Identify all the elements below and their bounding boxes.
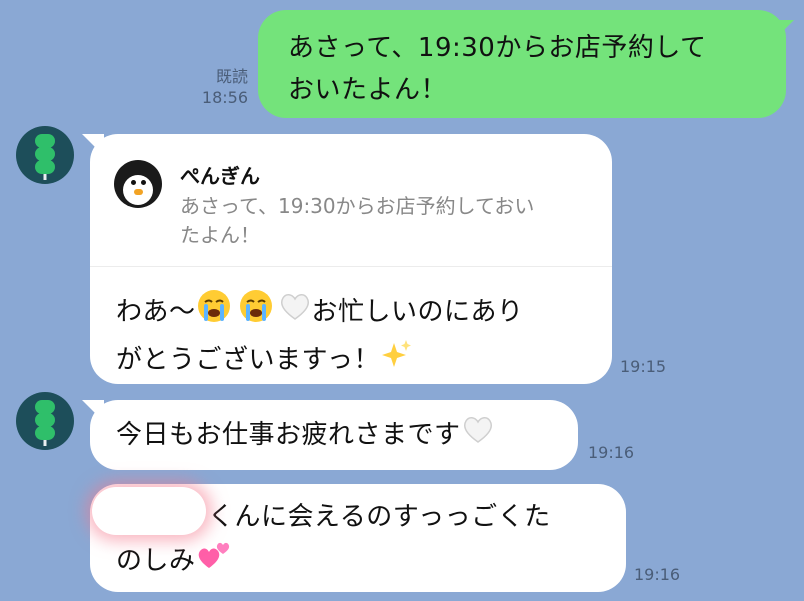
dango-ball: [35, 413, 55, 427]
message-time: 18:56: [201, 88, 248, 107]
message-time: 19:15: [620, 357, 667, 376]
dango-ball: [35, 400, 55, 414]
contact-avatar[interactable]: [16, 126, 74, 184]
received-message-bubble[interactable]: ぺんぎん あさって、19:30からお店予約しておい たよん！ わあ〜 お忙しいの…: [82, 134, 612, 384]
message-fragment: のしみ: [116, 546, 196, 576]
message-fragment: わあ〜: [116, 297, 196, 327]
message-line: あさって、19:30からお店予約して: [288, 33, 707, 63]
dango-ball: [35, 147, 55, 161]
read-label: 既読: [215, 67, 248, 86]
dango-ball: [35, 134, 55, 148]
message-text: 今日もお仕事お疲れさまです: [116, 412, 578, 459]
message-fragment: 今日もお仕事お疲れさまです: [116, 420, 461, 450]
loudly-crying-face-icon: [196, 288, 232, 337]
quote-line: あさって、19:30からお店予約しておい: [180, 194, 535, 218]
dango-ball: [35, 426, 55, 440]
message-time: 19:16: [588, 443, 635, 462]
quote-line: たよん！: [180, 223, 260, 247]
message-fragment: お忙しいのにあり: [311, 297, 524, 327]
message-time: 19:16: [634, 565, 681, 584]
redacted-name-blur: [92, 487, 206, 535]
bubble-tail: [772, 20, 794, 42]
contact-avatar[interactable]: [16, 392, 74, 450]
message-line: わあ〜 お忙しいのにあり: [116, 288, 596, 337]
message-text: わあ〜 お忙しいのにあり がとうございますっ！: [116, 288, 596, 384]
reply-quote-text: あさって、19:30からお店予約しておい たよん！: [180, 192, 600, 250]
dango-ball: [35, 160, 55, 174]
penguin-beak: [134, 189, 143, 195]
white-heart-icon: [278, 289, 312, 336]
message-fragment: くんに会えるのすっっごくた: [208, 502, 551, 532]
sent-message-bubble[interactable]: あさって、19:30からお店予約して おいたよん！: [258, 10, 794, 118]
sparkles-icon: [380, 337, 414, 384]
bubble-tail: [82, 400, 104, 422]
penguin-eye: [141, 180, 146, 185]
reply-quote-box[interactable]: ぺんぎん あさって、19:30からお店予約しておい たよん！: [90, 134, 612, 267]
penguin-avatar-icon: [114, 160, 162, 208]
two-hearts-icon: [196, 538, 232, 585]
received-message-bubble[interactable]: 今日もお仕事お疲れさまです: [82, 400, 578, 470]
message-line: おいたよん！: [288, 75, 448, 105]
message-line: のしみ: [116, 538, 616, 585]
read-receipt: 既読 18:56: [190, 66, 248, 108]
message-fragment: がとうございますっ！: [116, 345, 380, 375]
reply-sender-name: ぺんぎん: [180, 164, 260, 188]
white-heart-icon: [461, 412, 495, 459]
message-text: あさって、19:30からお店予約して おいたよん！: [288, 27, 760, 111]
loudly-crying-face-icon: [238, 288, 274, 337]
penguin-eye: [131, 180, 136, 185]
message-line: がとうございますっ！: [116, 337, 596, 384]
